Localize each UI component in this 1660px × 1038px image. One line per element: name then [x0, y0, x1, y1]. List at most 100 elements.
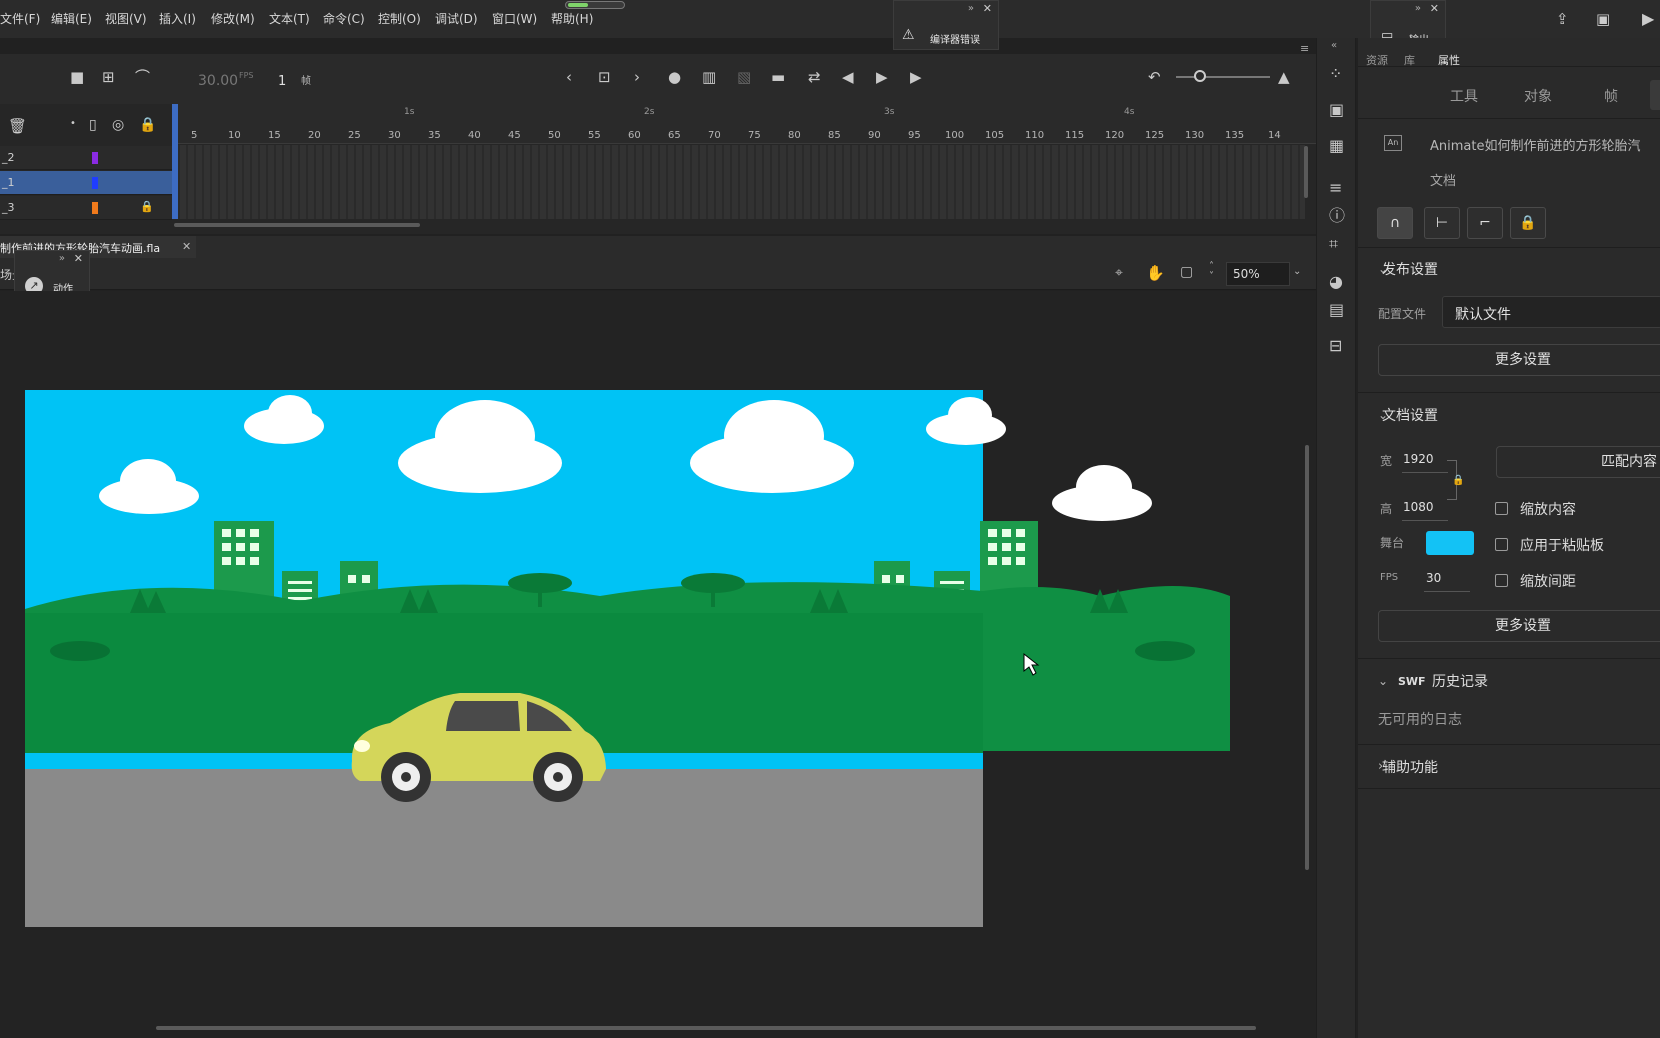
guides-icon[interactable]: ⊢ — [1424, 207, 1460, 239]
stage-area[interactable] — [0, 291, 1316, 1038]
apply-pasteboard-checkbox[interactable] — [1495, 538, 1508, 551]
collapse-icon[interactable]: « — [1331, 40, 1337, 51]
layer-name[interactable]: _1 — [2, 176, 15, 189]
layer-color-swatch[interactable] — [92, 177, 98, 189]
tab-doc[interactable] — [1650, 80, 1660, 110]
stage-hscrollbar[interactable] — [156, 1026, 1256, 1030]
hand-icon[interactable]: ✋ — [1146, 264, 1165, 282]
stage-color-swatch[interactable] — [1426, 531, 1474, 555]
document-settings-header[interactable]: 文档设置 — [1382, 405, 1438, 425]
menu-insert[interactable]: 插入(I) — [159, 10, 196, 27]
layer-name[interactable]: _3 — [2, 201, 15, 214]
center-stage-icon[interactable]: ⌖ — [1115, 265, 1123, 281]
timeline-vscrollbar[interactable] — [1304, 146, 1308, 198]
graph-icon[interactable]: ⌒ — [135, 70, 150, 85]
publish-more-settings-button[interactable]: 更多设置 — [1378, 344, 1660, 376]
frame-size-slider[interactable] — [1176, 76, 1270, 78]
collapse-icon[interactable]: » — [59, 253, 65, 264]
chevron-down-icon[interactable]: ⌄ — [1293, 266, 1301, 277]
scale-spans-checkbox[interactable] — [1495, 574, 1508, 587]
stage-canvas[interactable] — [0, 291, 1316, 1038]
slider-handle[interactable] — [1194, 70, 1206, 82]
camera-icon[interactable]: ■ — [70, 70, 84, 85]
compiler-errors-tab[interactable]: 编译器错误 — [930, 31, 980, 46]
center-frame-icon[interactable]: ⊡ — [598, 70, 611, 85]
close-icon[interactable]: ✕ — [74, 252, 83, 265]
chevron-right-icon[interactable]: › — [634, 70, 640, 85]
menu-text[interactable]: 文本(T) — [269, 10, 310, 27]
menu-file[interactable]: 文件(F) — [0, 10, 40, 27]
menu-view[interactable]: 视图(V) — [105, 10, 147, 27]
zoom-field[interactable]: 50% — [1226, 262, 1290, 286]
highlight-icon[interactable]: • — [70, 118, 76, 129]
layer-color-swatch[interactable] — [92, 202, 98, 214]
menu-debug[interactable]: 调试(D) — [435, 10, 478, 27]
rulers-icon[interactable]: ⌐ — [1467, 207, 1503, 239]
onion-skin-icon[interactable]: ● — [668, 70, 681, 85]
zoom-value[interactable]: 50% — [1233, 267, 1260, 281]
swf-history-header[interactable]: 历史记录 — [1432, 671, 1488, 691]
info-icon[interactable]: ⓘ — [1329, 208, 1345, 224]
layer-name[interactable]: _2 — [2, 151, 15, 164]
fps-value[interactable]: 30.00 — [198, 73, 238, 89]
motion-presets-icon[interactable]: ⁘ — [1329, 66, 1342, 82]
publish-settings-header[interactable]: 发布设置 — [1382, 259, 1438, 279]
menu-help[interactable]: 帮助(H) — [551, 10, 593, 27]
frame-ruler[interactable]: 5 10 15 20 25 30 35 40 45 50 55 60 65 70 75 80 85 90 95 100… — [172, 104, 1316, 144]
close-icon[interactable]: ✕ — [1430, 2, 1439, 15]
step-forward-icon[interactable]: ▶ — [910, 70, 922, 85]
lock-guides-icon[interactable]: 🔒 — [1510, 207, 1546, 239]
mountain-icon[interactable]: ▲ — [1278, 70, 1290, 85]
color-icon[interactable]: ◕ — [1329, 274, 1343, 290]
close-icon[interactable]: ✕ — [983, 2, 992, 15]
snap-icon[interactable]: ∩ — [1377, 207, 1413, 239]
outline-icon[interactable]: ▯ — [89, 117, 97, 133]
layer-color-swatch[interactable] — [92, 152, 98, 164]
menu-commands[interactable]: 命令(C) — [323, 10, 365, 27]
share-icon[interactable]: ⇪ — [1556, 10, 1569, 28]
delete-layer-icon[interactable]: 🗑 — [8, 117, 27, 135]
undo-icon[interactable]: ↶ — [1148, 70, 1161, 85]
menu-modify[interactable]: 修改(M) — [211, 10, 255, 27]
collapse-icon[interactable]: » — [1415, 3, 1421, 14]
layer-row[interactable]: _2 — [0, 146, 172, 170]
height-field[interactable]: 1080 — [1403, 500, 1434, 514]
accessibility-header[interactable]: 辅助功能 — [1382, 757, 1438, 777]
fps-field[interactable]: 30 — [1426, 571, 1441, 585]
hide-icon[interactable]: ◎ — [112, 117, 124, 133]
chevron-down-icon[interactable]: ⌄ — [1378, 674, 1388, 688]
lock-icon[interactable]: 🔒 — [139, 117, 156, 133]
layout-icon[interactable]: ▣ — [1596, 10, 1610, 28]
align-icon[interactable]: ≡ — [1329, 180, 1342, 196]
tab-tool[interactable]: 工具 — [1450, 86, 1478, 106]
layer-depth-icon[interactable]: ⊞ — [102, 70, 115, 85]
timeline-scrollbar[interactable] — [174, 223, 420, 227]
swatches-icon[interactable]: ▦ — [1329, 138, 1344, 154]
clip-content-icon[interactable]: ▢ — [1180, 264, 1193, 280]
layer-row[interactable]: _3 🔒 — [0, 196, 172, 220]
components-icon[interactable]: ▣ — [1329, 102, 1344, 118]
stage-vscrollbar[interactable] — [1305, 445, 1309, 870]
tab-frame[interactable]: 帧 — [1604, 86, 1618, 106]
lock-ratio-icon[interactable]: 🔒 — [1452, 475, 1464, 486]
profile-value[interactable]: 默认文件 — [1455, 304, 1511, 324]
scene-icon[interactable]: ▤ — [1329, 302, 1344, 318]
layer-row-selected[interactable]: _1 — [0, 171, 172, 195]
history-icon[interactable]: ⊟ — [1329, 338, 1342, 354]
tab-object[interactable]: 对象 — [1524, 86, 1552, 106]
close-tab-icon[interactable]: ✕ — [182, 240, 191, 253]
edit-multiple-frames-icon[interactable]: ▥ — [702, 70, 716, 85]
zoom-stepper-icon[interactable]: ˄ ˅ — [1209, 262, 1214, 282]
loop-icon[interactable]: ⇄ — [808, 70, 821, 85]
transform-icon[interactable]: ⌗ — [1329, 236, 1338, 252]
menu-window[interactable]: 窗口(W) — [492, 10, 537, 27]
frame-grid[interactable] — [172, 145, 1305, 219]
step-back-icon[interactable]: ◀ — [842, 70, 854, 85]
test-movie-icon[interactable]: ▶ — [1642, 9, 1654, 28]
panel-menu-icon[interactable]: ≡ — [1300, 42, 1309, 55]
collapse-icon[interactable]: » — [968, 3, 974, 14]
chevron-left-icon[interactable]: ‹ — [566, 70, 572, 85]
width-field[interactable]: 1920 — [1403, 452, 1434, 466]
menu-edit[interactable]: 编辑(E) — [51, 10, 92, 27]
play-icon[interactable]: ▶ — [876, 70, 888, 85]
